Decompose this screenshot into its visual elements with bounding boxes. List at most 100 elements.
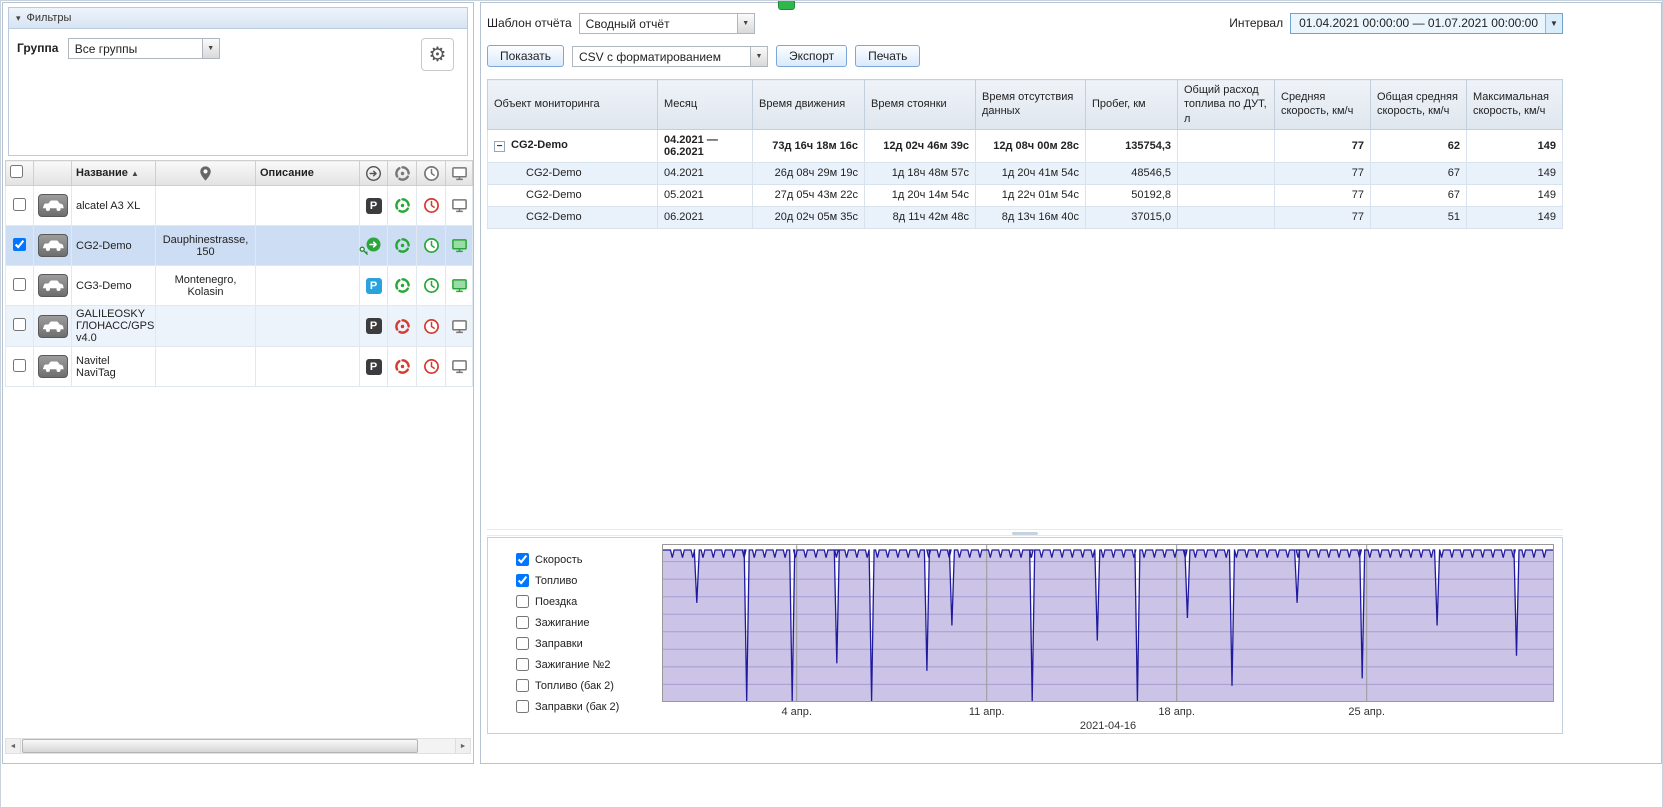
- max-speed-cell: 149: [1466, 183, 1563, 207]
- mileage-cell: 48546,5: [1085, 161, 1178, 185]
- horizontal-scrollbar[interactable]: ◄ ►: [5, 738, 471, 754]
- group-label: Группа: [17, 40, 59, 55]
- chevron-down-icon: ▼: [750, 46, 768, 66]
- filters-body: Группа Все группы ▼ ⚙: [9, 29, 467, 155]
- group-select[interactable]: Все группы ▼: [67, 38, 220, 59]
- overall-avg-speed-cell: 51: [1370, 205, 1467, 229]
- name-column-header[interactable]: Название ▲: [71, 160, 156, 186]
- online-icon: [451, 239, 467, 253]
- parking-time-cell: 8д 11ч 42м 48с: [864, 205, 976, 229]
- legend-item[interactable]: Зажигание: [516, 612, 662, 633]
- vehicle-checkbox[interactable]: [13, 318, 26, 331]
- legend-checkbox[interactable]: [516, 658, 529, 671]
- object-cell: − CG2-Demo: [487, 128, 658, 163]
- parking-status-icon: P: [365, 358, 382, 375]
- chart-x-tick: 4 апр.: [781, 706, 812, 718]
- vehicle-row[interactable]: alcatel A3 XL P: [5, 185, 473, 226]
- vehicle-icon: [38, 234, 68, 257]
- vehicle-location: [155, 185, 256, 226]
- group-select-value: Все группы: [74, 42, 138, 56]
- filters-title: Фильтры: [26, 12, 72, 24]
- fuel-cell: [1177, 161, 1275, 185]
- print-button[interactable]: Печать: [855, 45, 921, 67]
- legend-checkbox[interactable]: [516, 595, 529, 608]
- filters-header[interactable]: ▾ Фильтры: [9, 8, 467, 29]
- interval-value: 01.04.2021 00:00:00 — 01.07.2021 00:00:0…: [1299, 16, 1538, 30]
- legend-checkbox[interactable]: [516, 700, 529, 713]
- connection-ok-icon: [394, 278, 410, 293]
- vehicle-description: [255, 225, 360, 266]
- vehicle-checkbox[interactable]: [13, 237, 26, 251]
- moving-time-cell: 26д 08ч 29м 19с: [752, 161, 865, 185]
- legend-label: Зажигание: [535, 616, 590, 629]
- vehicle-row[interactable]: CG2-Demo Dauphinestrasse, 150: [5, 225, 473, 266]
- interval-field[interactable]: 01.04.2021 00:00:00 — 01.07.2021 00:00:0…: [1290, 12, 1563, 34]
- legend-label: Заправки: [535, 637, 583, 650]
- legend-item[interactable]: Зажигание №2: [516, 654, 662, 675]
- chart-plot[interactable]: 4 апр. 11 апр. 18 апр. 25 апр. 2021-04-16: [662, 538, 1562, 733]
- legend-checkbox[interactable]: [516, 637, 529, 650]
- vehicle-row[interactable]: Navitel NaviTag P: [5, 346, 473, 387]
- panel-collapse-handle[interactable]: [778, 1, 795, 10]
- chart-x-tick: 25 апр.: [1348, 706, 1385, 718]
- settings-button[interactable]: ⚙: [421, 38, 454, 71]
- overall-avg-speed-cell: 62: [1370, 128, 1467, 163]
- chart-date-label: 2021-04-16: [1079, 720, 1137, 732]
- legend-checkbox[interactable]: [516, 616, 529, 629]
- column-header: Общий расход топлива по ДУТ, л: [1177, 79, 1275, 130]
- vehicle-location: Dauphinestrasse, 150: [155, 225, 256, 266]
- parking-time-cell: 1д 18ч 48м 57с: [864, 161, 976, 185]
- no-data-time-cell: 1д 22ч 01м 54с: [975, 183, 1086, 207]
- vehicle-checkbox[interactable]: [13, 358, 26, 372]
- legend-checkbox[interactable]: [516, 574, 529, 587]
- export-button[interactable]: Экспорт: [776, 45, 848, 67]
- export-format-select[interactable]: CSV с форматированием ▼: [572, 45, 769, 67]
- monitor-icon: [451, 166, 467, 180]
- vehicle-description: [255, 346, 360, 387]
- legend-checkbox[interactable]: [516, 679, 529, 692]
- legend-item[interactable]: Заправки: [516, 633, 662, 654]
- vehicle-name: GALILEOSKY ГЛОНАСС/GPS v4.0: [71, 305, 156, 347]
- collapse-expander-icon[interactable]: −: [494, 141, 505, 153]
- speed-chart: [662, 544, 1554, 702]
- parking-time-cell: 1д 20ч 14м 54с: [864, 183, 976, 207]
- template-select[interactable]: Сводный отчёт ▼: [578, 12, 755, 34]
- vehicle-table-wrap: Название ▲ Описание alcatel A3 XL P CG2-…: [5, 160, 473, 387]
- horizontal-splitter[interactable]: [487, 529, 1563, 536]
- select-all-checkbox[interactable]: [10, 165, 23, 178]
- legend-item[interactable]: Топливо: [516, 570, 662, 591]
- ignition-key-icon: [359, 246, 369, 255]
- interval-dropdown-icon[interactable]: ▼: [1545, 13, 1562, 33]
- legend-checkbox[interactable]: [516, 553, 529, 566]
- vehicle-row[interactable]: GALILEOSKY ГЛОНАСС/GPS v4.0 P: [5, 305, 473, 347]
- connection-lost-icon: [394, 318, 410, 334]
- scroll-right-button[interactable]: ►: [455, 739, 470, 753]
- clock-icon: [423, 165, 439, 181]
- scroll-left-button[interactable]: ◄: [6, 739, 21, 753]
- connection-ok-icon: [394, 198, 410, 213]
- vehicle-checkbox[interactable]: [13, 197, 26, 211]
- overall-avg-speed-cell: 67: [1370, 183, 1467, 207]
- legend-item[interactable]: Поездка: [516, 591, 662, 612]
- chevron-down-icon: ▼: [736, 13, 754, 33]
- chevron-down-icon: ▼: [201, 39, 219, 58]
- parking-status-icon: P: [365, 197, 382, 214]
- report-row: CG2-Demo 04.2021 26д 08ч 29м 19с 1д 18ч …: [487, 161, 1563, 185]
- scroll-left-icon: ◄: [9, 742, 17, 750]
- vehicle-checkbox[interactable]: [13, 277, 26, 291]
- month-cell: 06.2021: [657, 205, 753, 229]
- vehicle-row[interactable]: CG3-Demo Montenegro, Kolasin P: [5, 265, 473, 306]
- column-header: Время стоянки: [864, 79, 976, 130]
- scrollbar-thumb[interactable]: [22, 739, 418, 753]
- scroll-right-icon: ►: [459, 742, 467, 750]
- vehicle-description: [255, 305, 360, 347]
- legend-item[interactable]: Скорость: [516, 549, 662, 570]
- show-button[interactable]: Показать: [487, 45, 565, 67]
- legend-item[interactable]: Топливо (бак 2): [516, 675, 662, 696]
- fuel-cell: [1177, 128, 1275, 163]
- no-data-time-cell: 8д 13ч 16м 40с: [975, 205, 1086, 229]
- object-cell: CG2-Demo: [487, 161, 658, 185]
- legend-item[interactable]: Заправки (бак 2): [516, 696, 662, 717]
- vehicle-location: Montenegro, Kolasin: [155, 265, 256, 306]
- data-age-old-icon: [423, 198, 439, 213]
